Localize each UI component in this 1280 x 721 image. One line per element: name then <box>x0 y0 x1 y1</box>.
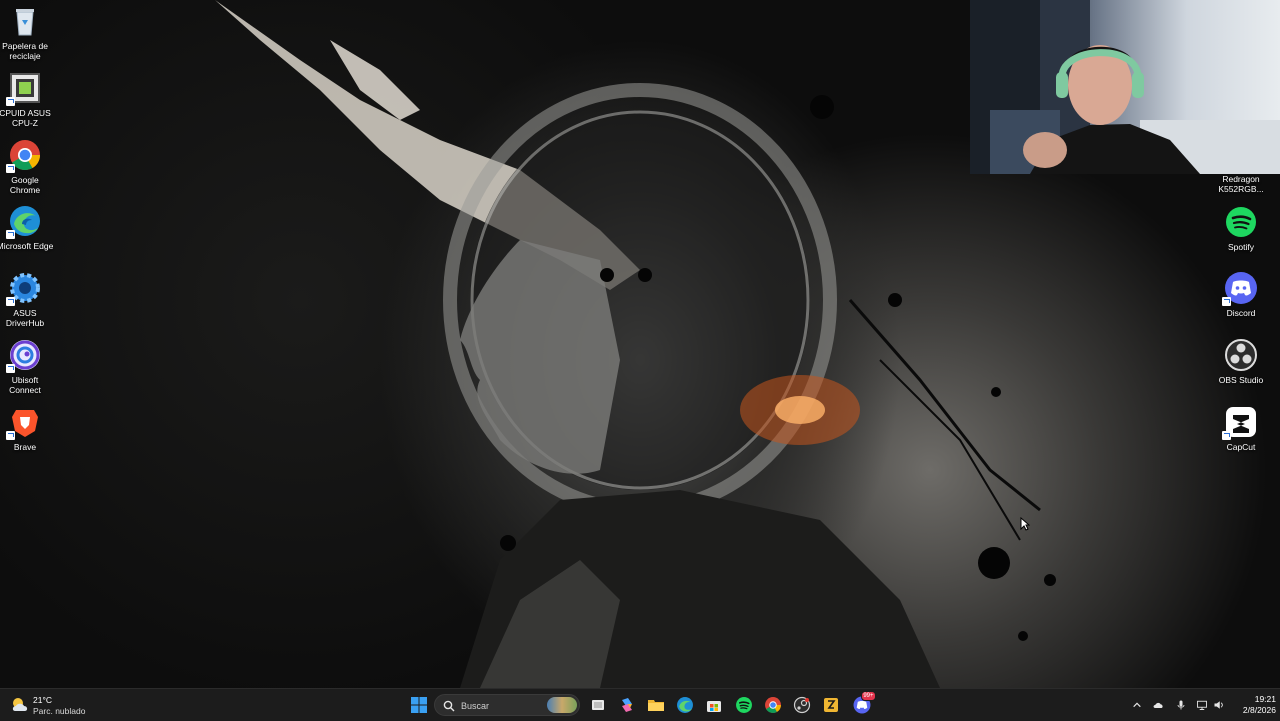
desktop-icon-obs[interactable]: OBS Studio <box>1212 338 1270 385</box>
microsoft-store-button[interactable] <box>703 695 725 715</box>
webcam-person-image <box>970 0 1280 174</box>
cpuz-icon <box>6 71 42 106</box>
network-button[interactable] <box>1193 695 1211 715</box>
taskbar-steam-button[interactable] <box>791 695 813 715</box>
brave-lion-icon <box>6 405 42 440</box>
chrome-icon <box>765 697 781 713</box>
clock-button[interactable]: 19:21 2/8/2026 <box>1232 694 1276 716</box>
capcut-icon <box>824 698 838 712</box>
desktop-icon-label: Brave <box>13 442 37 452</box>
clock-time: 19:21 <box>1254 694 1276 704</box>
shortcut-arrow-icon <box>1222 297 1231 306</box>
windows-start-icon <box>411 697 427 713</box>
search-input[interactable] <box>459 698 543 714</box>
taskbar: 21°C Parc. nublado 99+ <box>0 688 1280 721</box>
taskbar-discord-button[interactable]: 99+ <box>851 691 876 715</box>
shortcut-arrow-icon <box>6 164 15 173</box>
file-explorer-button[interactable] <box>645 695 667 715</box>
weather-temperature: 21°C <box>33 695 52 705</box>
webcam-overlay <box>970 0 1280 174</box>
weather-condition: Parc. nublado <box>33 706 86 716</box>
edge-icon <box>6 204 42 239</box>
desktop-icon-spotify[interactable]: Spotify <box>1212 205 1270 252</box>
start-button[interactable] <box>408 695 430 715</box>
taskbar-capcut-button[interactable] <box>820 695 842 715</box>
capcut-icon <box>1222 405 1258 440</box>
taskbar-spotify-button[interactable] <box>733 695 755 715</box>
obs-icon <box>1224 338 1258 372</box>
desktop-icon-cpuz[interactable]: CPUID ASUS CPU-Z <box>0 71 54 128</box>
desktop-icon-discord[interactable]: Discord <box>1212 271 1270 318</box>
spotify-icon <box>1224 205 1258 239</box>
desktop-icon-label: Papelera de reciclaje <box>2 41 48 61</box>
desktop-icon-label: Redragon K552RGB... <box>1218 174 1264 194</box>
file-explorer-icon <box>648 700 664 711</box>
taskbar-chrome-button[interactable] <box>762 695 784 715</box>
copilot-button[interactable] <box>616 695 638 715</box>
desktop-icon-brave[interactable]: Brave <box>0 405 54 452</box>
microsoft-store-icon <box>707 701 721 712</box>
chevron-up-icon <box>1133 702 1141 708</box>
microphone-button[interactable] <box>1172 695 1190 715</box>
copilot-icon <box>622 698 632 712</box>
desktop-icon-label: CapCut <box>1226 442 1256 452</box>
notification-badge: 99+ <box>860 691 876 701</box>
desktop-icon-label: CPUID ASUS CPU-Z <box>0 108 51 128</box>
desktop-icon-label: Discord <box>1226 308 1256 318</box>
search-icon <box>443 700 455 712</box>
chrome-icon <box>6 138 42 173</box>
desktop-icon-label: ASUS DriverHub <box>5 308 45 328</box>
ubisoft-icon <box>6 338 42 373</box>
shortcut-arrow-icon <box>6 97 15 106</box>
speaker-volume-icon <box>1214 701 1223 709</box>
discord-icon <box>1222 271 1258 306</box>
desktop-icon-chrome[interactable]: Google Chrome <box>0 138 54 195</box>
onedrive-button[interactable] <box>1150 695 1168 715</box>
desktop-icon-label: Google Chrome <box>9 175 41 195</box>
clock-date: 2/8/2026 <box>1242 705 1276 715</box>
desktop-icon-label: Microsoft Edge <box>0 241 54 251</box>
desktop-icon-edge[interactable]: Microsoft Edge <box>0 204 54 251</box>
mouse-cursor-icon <box>1020 517 1030 531</box>
desktop-icon-capcut[interactable]: CapCut <box>1212 405 1270 452</box>
desktop-icon-recycle-bin[interactable]: Papelera de reciclaje <box>0 4 54 61</box>
task-view-button[interactable] <box>587 695 609 715</box>
onedrive-cloud-icon <box>1153 702 1163 708</box>
edge-icon <box>677 697 693 713</box>
desktop-icon-redragon[interactable]: Redragon K552RGB... <box>1212 174 1270 194</box>
desktop-icon-asus-driverhub[interactable]: ASUS DriverHub <box>0 271 54 328</box>
taskbar-search-box[interactable] <box>434 694 580 716</box>
steam-icon <box>793 696 811 714</box>
recycle-bin-icon <box>8 4 42 38</box>
desktop-icon-label: Ubisoft Connect <box>9 375 41 395</box>
shortcut-arrow-icon <box>1222 431 1231 440</box>
microphone-icon <box>1177 700 1185 710</box>
desktop-icon-ubisoft[interactable]: Ubisoft Connect <box>0 338 54 395</box>
shortcut-arrow-icon <box>6 297 15 306</box>
shortcut-arrow-icon <box>6 364 15 373</box>
weather-widget[interactable]: 21°C Parc. nublado <box>10 695 100 717</box>
spotify-icon <box>736 697 752 713</box>
desktop-icon-label: OBS Studio <box>1218 375 1264 385</box>
task-view-icon <box>592 700 604 710</box>
partly-cloudy-icon <box>12 698 28 711</box>
network-ethernet-icon <box>1197 700 1207 710</box>
desktop-icon-label: Spotify <box>1228 242 1254 252</box>
taskbar-edge-button[interactable] <box>674 695 696 715</box>
shortcut-arrow-icon <box>6 431 15 440</box>
asus-gear-icon <box>6 271 42 306</box>
volume-button[interactable] <box>1210 695 1228 715</box>
shortcut-arrow-icon <box>6 230 15 239</box>
show-hidden-icons-button[interactable] <box>1128 695 1146 715</box>
search-highlight-image <box>547 697 577 713</box>
